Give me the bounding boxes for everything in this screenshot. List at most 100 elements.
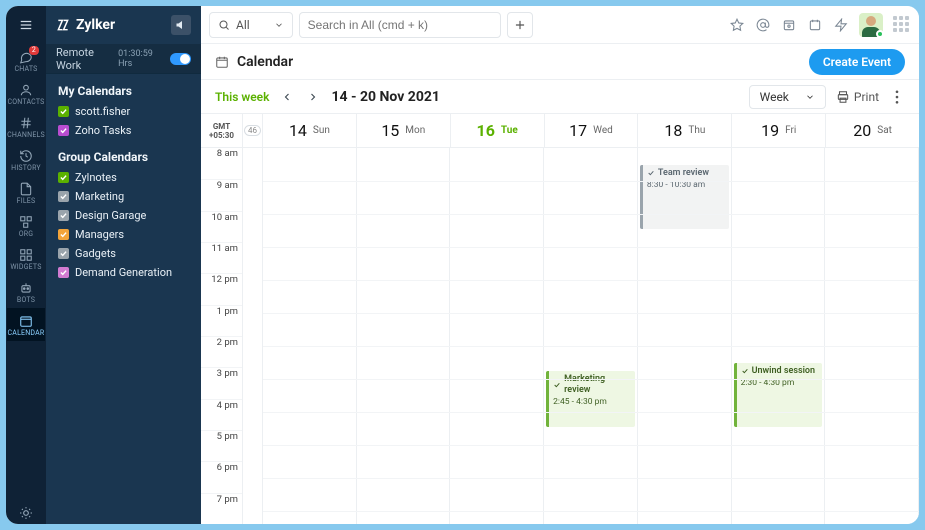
- hour-label: 1 pm: [201, 305, 242, 336]
- event-unwind-session[interactable]: Unwind session2:30 - 4:30 pm: [734, 363, 823, 427]
- timezone-label: GMT+05:30: [201, 114, 243, 147]
- hour-label: 10 am: [201, 211, 242, 242]
- apps-icon[interactable]: [893, 16, 911, 34]
- checkbox-icon: [58, 267, 69, 278]
- brand-name: Zylker: [76, 17, 115, 33]
- hour-label: 11 am: [201, 242, 242, 273]
- this-week-link[interactable]: This week: [215, 90, 269, 104]
- theme-toggle[interactable]: [6, 500, 46, 524]
- day-column[interactable]: Marketing review2:45 - 4:30 pm: [544, 148, 638, 524]
- hamburger-icon[interactable]: [6, 6, 46, 44]
- rail-bots[interactable]: BOTS: [7, 275, 45, 308]
- create-event-button[interactable]: Create Event: [809, 49, 905, 75]
- scope-label: All: [236, 18, 250, 32]
- hour-label: 2 pm: [201, 336, 242, 367]
- calendar-managers[interactable]: Managers: [46, 225, 201, 244]
- hour-label: 6 pm: [201, 461, 242, 492]
- calendar-design-garage[interactable]: Design Garage: [46, 206, 201, 225]
- chevron-down-icon: [805, 92, 815, 102]
- avatar[interactable]: [859, 13, 883, 37]
- rail-files[interactable]: FILES: [7, 176, 45, 209]
- hour-label: 12 pm: [201, 273, 242, 304]
- remote-work-bar: Remote Work 01:30:59 Hrs: [46, 44, 201, 74]
- checkbox-icon: [58, 172, 69, 183]
- search-box[interactable]: [299, 12, 501, 38]
- calendar-icon: [215, 55, 229, 69]
- day-header-14[interactable]: 14Sun: [263, 114, 357, 147]
- view-select[interactable]: Week: [749, 85, 826, 109]
- day-column[interactable]: Team review8:30 - 10:30 am: [638, 148, 732, 524]
- day-column[interactable]: [450, 148, 544, 524]
- badge: 2: [29, 46, 39, 55]
- calendar-zylnotes[interactable]: Zylnotes: [46, 168, 201, 187]
- calendar-demand-generation[interactable]: Demand Generation: [46, 263, 201, 282]
- rail-channels[interactable]: CHANNELS: [7, 110, 45, 143]
- page-title: Calendar: [237, 54, 293, 70]
- day-header-17[interactable]: 17Wed: [545, 114, 639, 147]
- bolt-icon[interactable]: [833, 17, 849, 33]
- prev-week-button[interactable]: [279, 89, 295, 105]
- reminder-icon[interactable]: [781, 17, 797, 33]
- nav-rail: CHATS2CONTACTSCHANNELSHISTORYFILESORGWID…: [6, 6, 46, 524]
- rail-history[interactable]: HISTORY: [7, 143, 45, 176]
- calendar-marketing[interactable]: Marketing: [46, 187, 201, 206]
- remote-toggle[interactable]: [170, 53, 191, 65]
- hour-label: 7 pm: [201, 493, 242, 524]
- hour-label: 4 pm: [201, 399, 242, 430]
- calendar-scott-fisher[interactable]: scott.fisher: [46, 102, 201, 121]
- rail-widgets[interactable]: WIDGETS: [7, 242, 45, 275]
- hour-label: 3 pm: [201, 367, 242, 398]
- check-icon: [741, 367, 749, 375]
- day-header-20[interactable]: 20Sat: [826, 114, 919, 147]
- file-icon: [19, 182, 33, 196]
- day-header-19[interactable]: 19Fri: [732, 114, 826, 147]
- print-icon: [836, 90, 850, 104]
- group-calendars-title: Group Calendars: [46, 140, 201, 168]
- hour-label: 9 am: [201, 179, 242, 210]
- rail-calendar[interactable]: CALENDAR: [7, 308, 45, 341]
- mention-icon[interactable]: [755, 17, 771, 33]
- checkbox-icon: [58, 106, 69, 117]
- schedule-icon[interactable]: [807, 17, 823, 33]
- remote-time: 01:30:59 Hrs: [118, 49, 166, 69]
- print-button[interactable]: Print: [836, 90, 879, 104]
- new-button[interactable]: [507, 12, 533, 38]
- breadcrumb: Calendar Create Event: [201, 44, 919, 80]
- more-button[interactable]: [889, 90, 905, 104]
- hash-icon: [19, 116, 33, 130]
- widgets-icon: [19, 248, 33, 262]
- rail-chats[interactable]: CHATS2: [7, 44, 45, 77]
- remote-label: Remote Work: [56, 46, 118, 72]
- day-header-18[interactable]: 18Thu: [638, 114, 732, 147]
- calendar-zoho-tasks[interactable]: Zoho Tasks: [46, 121, 201, 140]
- hour-label: 8 am: [201, 148, 242, 179]
- contact-icon: [19, 83, 33, 97]
- rail-contacts[interactable]: CONTACTS: [7, 77, 45, 110]
- day-column[interactable]: [357, 148, 451, 524]
- event-team-review[interactable]: Team review8:30 - 10:30 am: [640, 165, 729, 229]
- next-week-button[interactable]: [305, 89, 321, 105]
- check-icon: [647, 169, 655, 177]
- time-labels: 8 am9 am10 am11 am12 pm1 pm2 pm3 pm4 pm5…: [201, 148, 243, 524]
- day-header-15[interactable]: 15Mon: [357, 114, 451, 147]
- date-range: 14 - 20 Nov 2021: [331, 89, 439, 105]
- star-icon[interactable]: [729, 17, 745, 33]
- scope-select[interactable]: All: [209, 12, 293, 38]
- sidebar: Zylker Remote Work 01:30:59 Hrs My Calen…: [46, 6, 201, 524]
- rail-org[interactable]: ORG: [7, 209, 45, 242]
- checkbox-icon: [58, 210, 69, 221]
- checkbox-icon: [58, 125, 69, 136]
- bot-icon: [19, 281, 33, 295]
- calendar-gadgets[interactable]: Gadgets: [46, 244, 201, 263]
- week-number: 46: [243, 114, 263, 147]
- search-input[interactable]: [308, 18, 492, 32]
- topbar: All: [201, 6, 919, 44]
- day-column[interactable]: Unwind session2:30 - 4:30 pm: [732, 148, 826, 524]
- time-slots[interactable]: Marketing review2:45 - 4:30 pmTeam revie…: [263, 148, 919, 524]
- history-icon: [19, 149, 33, 163]
- day-column[interactable]: [263, 148, 357, 524]
- day-header-16[interactable]: 16Tue: [451, 114, 545, 147]
- announce-button[interactable]: [171, 15, 191, 35]
- chevron-down-icon: [274, 20, 284, 30]
- day-column[interactable]: [825, 148, 919, 524]
